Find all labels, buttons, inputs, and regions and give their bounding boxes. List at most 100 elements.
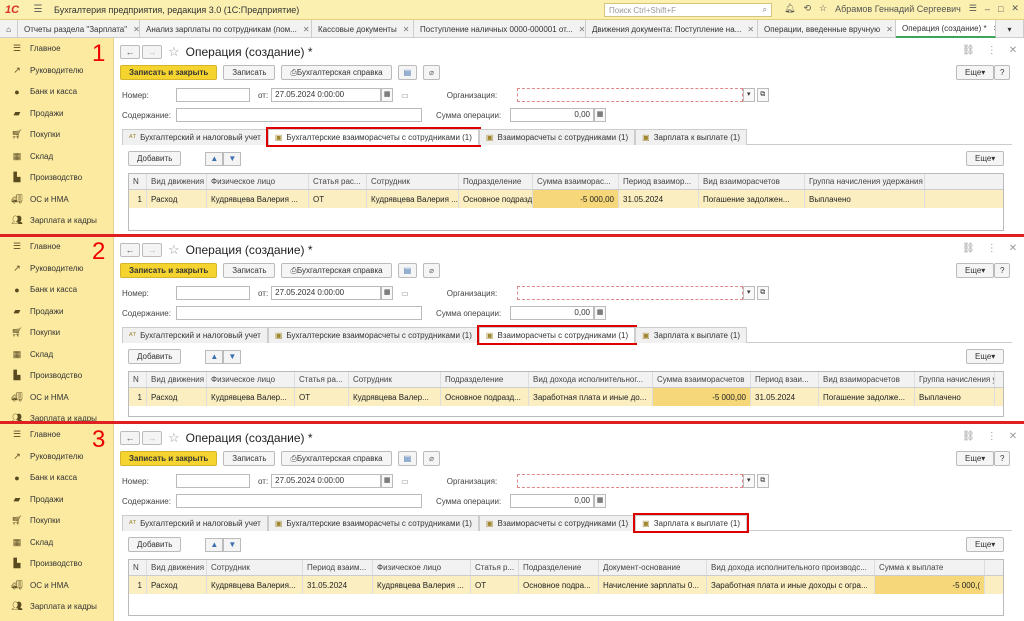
sum-field[interactable]: 0,00 [510,494,594,508]
link-icon[interactable]: ⛓ [962,243,975,254]
column-header[interactable]: Вид движения [147,372,207,387]
back-button[interactable]: ← [120,45,140,59]
doc-icon[interactable]: ▭ [401,91,409,100]
column-header[interactable]: Сотрудник [349,372,441,387]
sidebar-item[interactable]: 🛒︎ Покупки [0,510,113,532]
favorite-star-icon[interactable]: ☆ [168,242,180,258]
date-field[interactable]: 27.05.2024 0:00:00 [271,88,382,102]
column-header[interactable]: Сумма к выплате [875,560,985,575]
back-button[interactable]: ← [120,243,140,257]
tab-window[interactable]: Операции, введенные вручную ✕ [758,20,896,38]
move-down-icon[interactable]: ▼ [223,537,242,552]
organization-field[interactable] [516,88,743,102]
doc-icon[interactable]: ▭ [401,289,409,298]
column-header[interactable]: Статья р... [471,560,519,575]
move-up-icon[interactable]: ▲ [205,349,224,364]
help-button[interactable]: ? [994,451,1011,466]
table-cell[interactable]: Основное подразде... [459,190,533,208]
column-header[interactable]: Группа начисления уд [915,372,995,387]
organization-field[interactable] [516,286,743,300]
table-cell[interactable]: Расход [147,190,207,208]
star-icon[interactable]: ☆ [819,3,827,14]
sum-field[interactable]: 0,00 [510,306,594,320]
organization-field[interactable] [516,474,743,488]
more-icon[interactable]: ⋮ [987,45,997,56]
column-header[interactable]: Физическое лицо [207,174,309,189]
calendar-icon[interactable]: ▦ [381,474,394,488]
table-row[interactable]: 1 Расход Кудрявцева Валерия ... ОТ Кудрявцев… [129,190,1003,208]
move-down-icon[interactable]: ▼ [223,151,242,166]
save-button[interactable]: Записать [223,65,276,80]
save-button[interactable]: Записать [223,451,276,466]
calculator-icon[interactable]: ▦ [594,306,606,320]
structure-icon[interactable]: ▤ [397,65,418,80]
table-row[interactable]: 1 Расход Кудрявцева Валерия... 31.05.2024 Ку… [129,576,1003,594]
table-cell[interactable]: Кудрявцева Валерия ... [367,190,459,208]
tabs-dropdown-icon[interactable]: ▾ [996,20,1024,38]
column-header[interactable]: Сотрудник [207,560,303,575]
table-cell[interactable]: 31.05.2024 [619,190,699,208]
more-icon[interactable]: ⋮ [987,243,997,254]
dropdown-icon[interactable]: ▾ [742,474,755,488]
column-header[interactable]: Подразделение [459,174,533,189]
open-icon[interactable]: ⧉ [756,286,769,300]
table-more-button[interactable]: Еще ▾ [966,151,1005,166]
form-tab[interactable]: ▣ Взаиморасчеты с сотрудниками (1) [478,515,636,531]
sidebar-item[interactable]: ▙ Производство [0,553,113,575]
help-button[interactable]: ? [994,263,1011,278]
column-header[interactable]: Группа начисления удержания выплаты [805,174,925,189]
column-header[interactable]: Статья ра... [295,372,349,387]
sidebar-item[interactable]: ● Банк и касса [0,81,113,103]
sidebar-item[interactable]: ● Банк и касса [0,467,113,489]
number-field[interactable] [176,88,250,102]
calendar-icon[interactable]: ▦ [381,88,394,102]
table-cell[interactable]: Кудрявцева Валерия ... [373,576,471,594]
save-button[interactable]: Записать [223,263,276,278]
table-cell[interactable]: 1 [129,190,147,208]
favorite-star-icon[interactable]: ☆ [168,44,180,60]
table-row[interactable]: 1 Расход Кудрявцева Валер... ОТ Кудрявцева В… [129,388,1003,406]
column-header[interactable]: Период взаи... [751,372,819,387]
column-header[interactable]: Статья рас... [309,174,367,189]
forward-button[interactable]: → [142,45,162,59]
save-and-close-button[interactable]: Записать и закрыть [120,263,218,278]
table-cell[interactable]: -5 000,00 [653,388,751,406]
column-header[interactable]: Вид взаиморасчетов [699,174,805,189]
sidebar-item[interactable]: 👥︎ Зарплата и кадры [0,596,113,618]
table-cell[interactable]: -5 000,00 [533,190,619,208]
menu-icon[interactable]: ☰ [30,4,46,15]
column-header[interactable]: Вид движения [147,560,207,575]
close-icon[interactable]: ✕ [1011,3,1019,14]
content-field[interactable] [176,494,422,508]
number-field[interactable] [176,474,250,488]
attach-icon[interactable]: ⌀ [423,65,440,80]
table-cell[interactable]: Кудрявцева Валер... [349,388,441,406]
table-cell[interactable]: ОТ [471,576,519,594]
bell-icon[interactable]: 🔔︎ [784,3,795,14]
close-icon[interactable]: ✕ [1009,45,1017,56]
table-cell[interactable]: Погашение задолжен... [699,190,805,208]
table-cell[interactable]: 31.05.2024 [303,576,373,594]
sidebar-item[interactable]: ▦ Склад [0,344,113,366]
sidebar-item[interactable]: 🛒︎ Покупки [0,124,113,146]
attach-icon[interactable]: ⌀ [423,451,440,466]
table-cell[interactable]: Выплачено [805,190,925,208]
table-cell[interactable]: Основное подразд... [441,388,529,406]
user-name[interactable]: Абрамов Геннадий Сергеевич [835,4,961,14]
number-field[interactable] [176,286,250,300]
accounting-report-button[interactable]: ⎙ Бухгалтерская справка [281,65,392,80]
column-header[interactable]: Период взаим... [303,560,373,575]
table-cell[interactable]: 31.05.2024 [751,388,819,406]
save-and-close-button[interactable]: Записать и закрыть [120,451,218,466]
sidebar-item[interactable]: ▙ Производство [0,365,113,387]
column-header[interactable]: Вид взаиморасчетов [819,372,915,387]
table-cell[interactable]: ОТ [295,388,349,406]
save-and-close-button[interactable]: Записать и закрыть [120,65,218,80]
sidebar-item[interactable]: ▙ Производство [0,167,113,189]
column-header[interactable]: Подразделение [441,372,529,387]
table-cell[interactable]: Заработная плата и иные доходы с огра... [707,576,875,594]
minimize-icon[interactable]: – [985,4,990,14]
open-icon[interactable]: ⧉ [756,474,769,488]
column-header[interactable]: Вид дохода исполнительного производс... [707,560,875,575]
form-tab[interactable]: ▣ Взаиморасчеты с сотрудниками (1) [476,325,638,345]
